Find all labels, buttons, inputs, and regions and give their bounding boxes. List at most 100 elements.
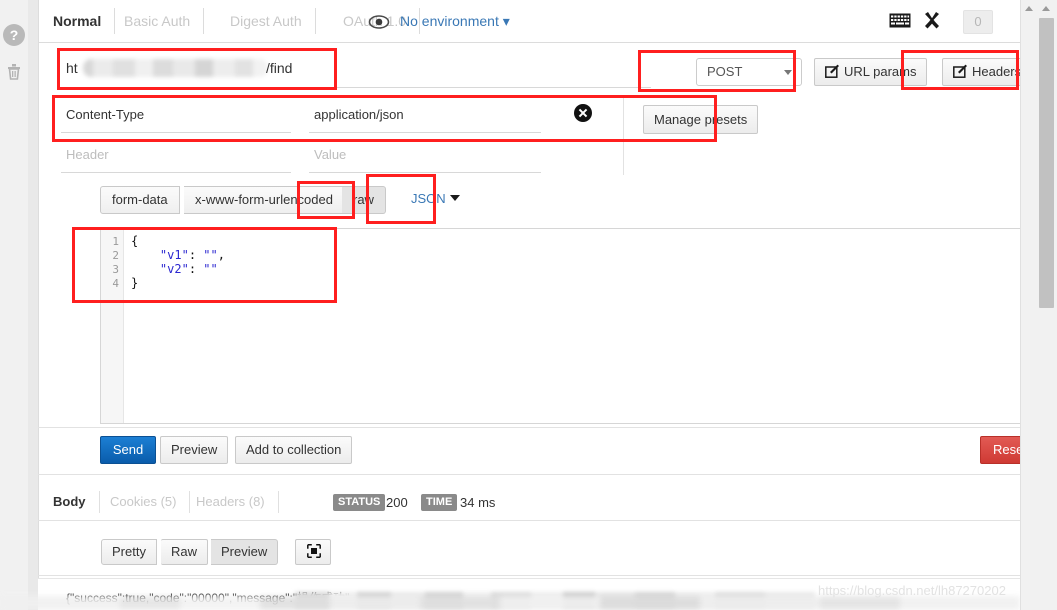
format-pretty-button[interactable]: Pretty [101, 539, 157, 565]
scrollbar-thumb[interactable] [1039, 18, 1054, 308]
status-value: 200 [386, 495, 408, 510]
tab-normal-label: Normal [53, 13, 102, 29]
request-card: Normal Basic Auth Digest Auth OAuth 1.0 … [38, 0, 1055, 610]
code-line-4: } [131, 276, 139, 290]
tab-response-body[interactable]: Body [39, 484, 100, 520]
header-value-input[interactable]: application/json [309, 100, 541, 133]
url-params-button[interactable]: URL params [814, 58, 928, 87]
tab-response-cookies[interactable]: Cookies (5) [96, 484, 191, 520]
keyboard-icon[interactable] [889, 13, 911, 33]
add-to-collection-button[interactable]: Add to collection [235, 436, 353, 464]
code-line-3-key: "v2" [159, 262, 189, 276]
code-line-2-colon: : [188, 248, 204, 262]
line-number: 3 [112, 263, 119, 276]
wrench-icon[interactable] [923, 11, 941, 34]
tab-response-headers[interactable]: Headers (8) [182, 484, 279, 520]
editor-gutter: 1 2 3 4 [101, 229, 124, 423]
tab-response-headers-label: Headers (8) [196, 494, 265, 509]
expand-glyph [306, 542, 321, 558]
raw-format-select[interactable]: JSON [411, 191, 460, 206]
time-badge: TIME [421, 494, 458, 511]
tab-digest-auth-label: Digest Auth [230, 13, 302, 29]
code-line-2-comma: , [217, 248, 225, 262]
format-preview-button[interactable]: Preview [211, 539, 279, 565]
add-to-collection-label: Add to collection [246, 442, 342, 457]
pencil-icon [953, 61, 967, 87]
method-label: POST [707, 64, 743, 79]
response-tab-strip: Body Cookies (5) Headers (8) STATUS 200 … [39, 484, 1021, 521]
format-preview-label: Preview [221, 544, 268, 559]
counter-badge[interactable]: 0 [963, 10, 993, 34]
body-type-urlencoded[interactable]: x-www-form-urlencoded [184, 186, 345, 214]
status-badge: STATUS [333, 494, 386, 511]
chevron-down-icon [784, 70, 792, 75]
method-select[interactable]: POST [696, 58, 802, 86]
tab-basic-auth[interactable]: Basic Auth [110, 0, 205, 42]
app-root: ? Normal Basic Auth Digest Auth OAuth 1.… [0, 0, 1057, 610]
preview-request-label: Preview [171, 442, 218, 457]
body-type-raw-label: raw [353, 192, 374, 207]
tab-response-cookies-label: Cookies (5) [110, 494, 177, 509]
manage-presets-button[interactable]: Manage presets [643, 105, 759, 134]
tab-divider [277, 491, 279, 513]
code-line-1: { [131, 234, 139, 248]
format-raw-label: Raw [171, 544, 198, 559]
inner-scrollbar[interactable] [1020, 0, 1037, 610]
line-number: 1 [112, 235, 119, 248]
code-line-3-colon: : [188, 262, 204, 276]
divider [38, 427, 1020, 428]
body-type-form-data-label: form-data [112, 192, 168, 207]
chevron-down-icon: ▾ [502, 13, 510, 29]
expand-icon[interactable] [295, 539, 331, 565]
divider [38, 575, 1020, 576]
time-value: 34 ms [460, 495, 496, 510]
browser-scrollbar[interactable] [1036, 0, 1057, 610]
body-type-raw[interactable]: raw [342, 186, 386, 214]
header-key-input-empty[interactable]: Header [61, 140, 291, 173]
code-line-3-value: "" [203, 262, 218, 276]
body-type-urlencoded-label: x-www-form-urlencoded [195, 192, 333, 207]
url-redacted-region [83, 59, 268, 77]
scroll-up-arrow-icon[interactable] [1042, 6, 1050, 11]
chevron-down-icon [449, 195, 460, 201]
tab-divider [203, 8, 205, 34]
header-key-placeholder: Header [66, 147, 109, 162]
tab-basic-auth-label: Basic Auth [124, 13, 191, 29]
trash-icon[interactable] [3, 60, 25, 82]
header-value-input-empty[interactable]: Value [309, 140, 541, 173]
line-number: 2 [112, 249, 119, 262]
header-key-value: Content-Type [66, 107, 145, 122]
header-key-input[interactable]: Content-Type [61, 100, 291, 133]
request-body-editor[interactable]: 1 2 3 4 { "v1": "", "v2": "" } [100, 228, 1055, 424]
delete-header-icon[interactable] [574, 104, 592, 122]
url-input[interactable]: ht /find [61, 52, 651, 88]
watermark: https://blog.csdn.net/lh87270202 [818, 583, 1006, 598]
url-suffix-text: /find [266, 60, 293, 76]
tab-normal[interactable]: Normal [39, 0, 116, 42]
divider [38, 520, 1020, 521]
pencil-icon [825, 61, 839, 87]
editor-code: { "v1": "", "v2": "" } [131, 234, 225, 290]
line-number: 4 [112, 277, 119, 290]
header-value-placeholder: Value [314, 147, 347, 162]
body-type-form-data[interactable]: form-data [100, 186, 180, 214]
tab-response-body-label: Body [53, 494, 86, 509]
environment-selector[interactable]: No environment ▾ [400, 0, 510, 42]
bottom-redacted-strip [0, 596, 1020, 610]
format-pretty-label: Pretty [112, 544, 146, 559]
help-icon[interactable]: ? [3, 24, 25, 46]
format-raw-button[interactable]: Raw [161, 539, 209, 565]
send-label: Send [112, 442, 144, 457]
rail-gutter [28, 0, 38, 610]
send-button[interactable]: Send [100, 436, 156, 464]
auth-tab-strip: Normal Basic Auth Digest Auth OAuth 1.0 … [39, 0, 1021, 43]
tab-digest-auth[interactable]: Digest Auth [216, 0, 316, 42]
divider [38, 474, 1020, 475]
code-line-2-key: "v1" [159, 248, 189, 262]
left-rail: ? [0, 0, 29, 610]
code-line-2-value: "" [203, 248, 218, 262]
eye-icon[interactable] [368, 14, 390, 30]
scroll-up-arrow-icon[interactable] [1025, 6, 1033, 11]
preview-request-button[interactable]: Preview [160, 436, 229, 464]
manage-presets-label: Manage presets [654, 112, 748, 127]
